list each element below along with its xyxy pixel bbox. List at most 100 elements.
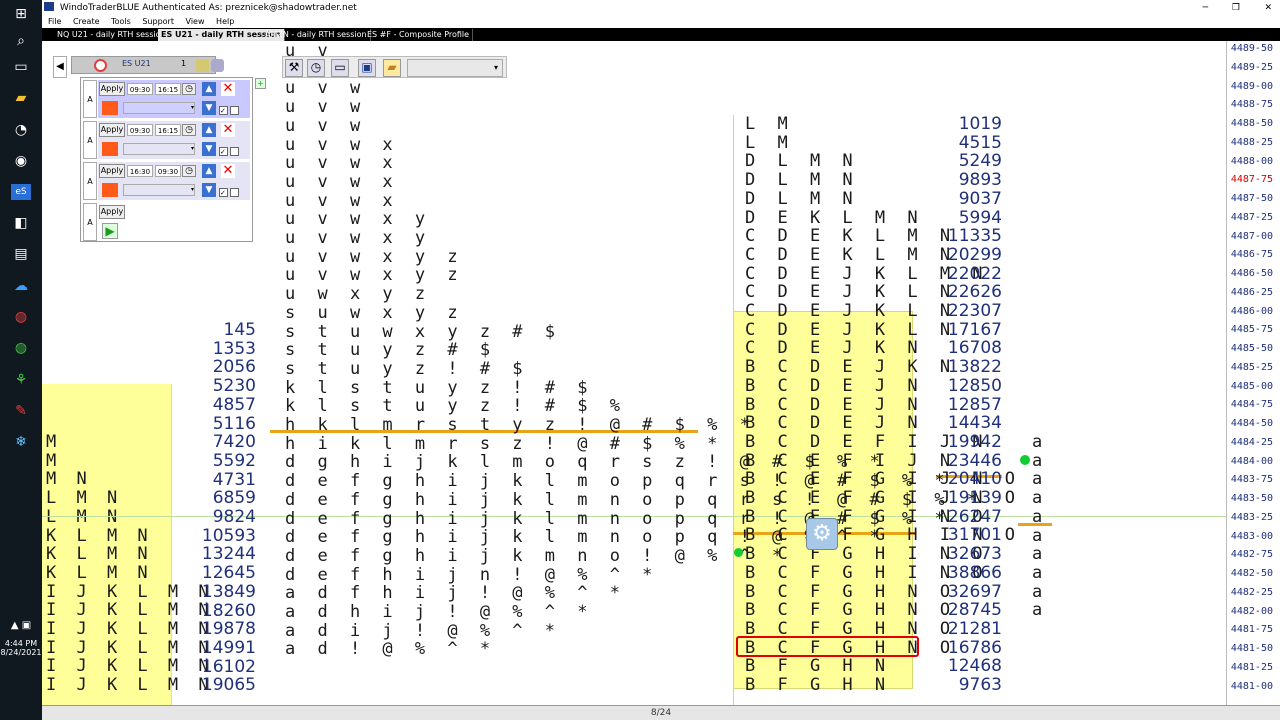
monitor-icon[interactable]: ▤ (11, 246, 31, 262)
maximize-button[interactable]: ❐ (1232, 0, 1240, 16)
color-swatch[interactable] (102, 142, 118, 156)
move-down-icon[interactable]: ▼ (202, 142, 216, 156)
enable-checkbox[interactable]: ✓ (219, 106, 228, 115)
chrome-icon[interactable]: ◍ (11, 309, 31, 325)
task-view-icon[interactable]: ▭ (11, 59, 31, 75)
tab-nq[interactable]: NQ U21 - daily RTH session (54, 29, 170, 41)
move-up-icon[interactable]: ▲ (202, 164, 216, 178)
windotrader-icon[interactable]: ◧ (11, 215, 31, 231)
tray-icons[interactable]: ▲ ▣ (0, 620, 42, 631)
tools-icon[interactable]: ⚒ (285, 59, 303, 77)
move-up-icon[interactable]: ▲ (202, 82, 216, 96)
clock-icon[interactable]: ◷ (307, 59, 325, 77)
move-down-icon[interactable]: ▼ (202, 101, 216, 115)
delete-icon[interactable]: ✕ (221, 82, 235, 96)
minimize-button[interactable]: ─ (1203, 0, 1208, 16)
session-side-label[interactable]: A (83, 80, 97, 118)
clock-icon[interactable]: ◷ (182, 124, 196, 136)
style-select[interactable]: ▾ (123, 184, 195, 196)
delete-icon[interactable]: ✕ (221, 164, 235, 178)
volume-value: 5592 (212, 450, 256, 471)
clock-icon[interactable]: ◷ (182, 165, 196, 177)
collapse-panel-button[interactable]: ◀ (53, 56, 67, 78)
app-red-icon[interactable]: ✎ (11, 403, 31, 419)
price-label: 4488-75 (1230, 99, 1273, 111)
enable-checkbox[interactable]: ✓ (219, 147, 228, 156)
price-label: 4485-00 (1230, 380, 1273, 392)
tpo-row: a (1032, 506, 1049, 527)
enable-checkbox[interactable]: ✓ (219, 188, 228, 197)
cloud-icon[interactable]: ☁ (11, 278, 31, 294)
move-up-icon[interactable]: ▲ (202, 123, 216, 137)
style-select[interactable]: ▾ (123, 143, 195, 155)
windows-taskbar: ⊞ ⌕ ▭ ▰ ◔ ◉ eS ◧ ▤ ☁ ◍ ◍ ⚘ ✎ ❄ ▲ ▣ 4:44 … (0, 0, 42, 720)
app-icon[interactable]: ◔ (11, 122, 31, 138)
delete-icon[interactable]: ✕ (221, 123, 235, 137)
second-checkbox[interactable] (230, 147, 239, 156)
volume-value: 9763 (958, 675, 1002, 695)
close-button[interactable]: ✕ (1264, 0, 1272, 16)
window-icon[interactable]: ▭ (331, 59, 349, 77)
settings-small-icon[interactable] (196, 59, 209, 72)
menu-support[interactable]: Support (142, 17, 174, 26)
snowflake-icon[interactable]: ❄ (11, 434, 31, 450)
volume-value: 19139 (947, 488, 1002, 508)
apply-button[interactable]: Apply (99, 82, 125, 96)
end-time-field[interactable]: 16:15 (155, 124, 181, 136)
menu-create[interactable]: Create (73, 17, 100, 26)
apply-button[interactable]: Apply (99, 123, 125, 137)
tab-composite[interactable]: ES #F - Composite Profile (364, 29, 474, 41)
symbol-label[interactable]: ES U21 (122, 59, 151, 68)
price-axis[interactable]: 4489-50 4489-25 4489-00 4488-75 4488-50 4488-… (1226, 41, 1280, 707)
session-side-label[interactable]: A (83, 162, 97, 200)
clock-icon[interactable]: ◷ (182, 83, 196, 95)
menu-tools[interactable]: Tools (111, 17, 131, 26)
play-icon[interactable]: ▶ (102, 223, 118, 239)
settings-gear-icon[interactable]: ⚙ (806, 518, 838, 550)
start-time-field[interactable]: 09:30 (127, 124, 153, 136)
volume-value: 11335 (947, 226, 1002, 247)
tpo-row: B F G H N (745, 675, 892, 695)
color-swatch[interactable] (102, 101, 118, 115)
move-down-icon[interactable]: ▼ (202, 183, 216, 197)
end-time-field[interactable]: 09:30 (155, 165, 181, 177)
volume-value: 16708 (947, 338, 1002, 359)
windows-start-icon[interactable]: ⊞ (11, 6, 31, 22)
start-time-field[interactable]: 09:30 (127, 83, 153, 95)
tab-amzn[interactable]: AMZN - daily RTH session (262, 29, 371, 41)
second-checkbox[interactable] (230, 106, 239, 115)
volume-value: 13849 (201, 581, 256, 602)
chrome-alt-icon[interactable]: ◍ (11, 340, 31, 356)
apply-button[interactable]: Apply (99, 205, 125, 219)
esignal-icon[interactable]: eS (11, 184, 31, 200)
tpo-row: K L M N (46, 562, 153, 583)
chart-app-icon[interactable]: ⚘ (11, 372, 31, 388)
apply-button[interactable]: Apply (99, 164, 125, 178)
add-row-icon[interactable]: + (255, 78, 266, 89)
market-profile-chart[interactable]: MMM NL M NL M NK L M NK L M NK L M NI J … (42, 41, 1226, 707)
style-select[interactable]: ▾ (123, 102, 195, 114)
session-side-label[interactable]: A (83, 203, 97, 241)
refresh-icon[interactable] (211, 59, 224, 72)
second-checkbox[interactable] (230, 188, 239, 197)
session-side-label[interactable]: A (83, 121, 97, 159)
color-swatch[interactable] (102, 183, 118, 197)
volume-value: 22022 (947, 263, 1002, 284)
search-icon[interactable]: ⌕ (11, 33, 31, 49)
price-label: 4482-75 (1230, 549, 1273, 561)
menu-view[interactable]: View (186, 17, 205, 26)
start-time-field[interactable]: 16:30 (127, 165, 153, 177)
clock-date[interactable]: 8/24/2021 (0, 648, 42, 657)
end-time-field[interactable]: 16:15 (155, 83, 181, 95)
map-pin-icon[interactable]: ◉ (11, 153, 31, 169)
open-folder-icon[interactable]: ▰ (383, 59, 401, 77)
save-icon[interactable]: ▣ (358, 59, 376, 77)
menu-file[interactable]: File (48, 17, 61, 26)
file-explorer-icon[interactable]: ▰ (11, 90, 31, 106)
price-label: 4483-75 (1230, 474, 1273, 486)
tpo-row: a (1032, 562, 1049, 583)
record-icon[interactable] (94, 59, 107, 72)
clock-time[interactable]: 4:44 PM (0, 639, 42, 648)
menu-help[interactable]: Help (216, 17, 234, 26)
template-select[interactable]: ▾ (407, 59, 503, 77)
